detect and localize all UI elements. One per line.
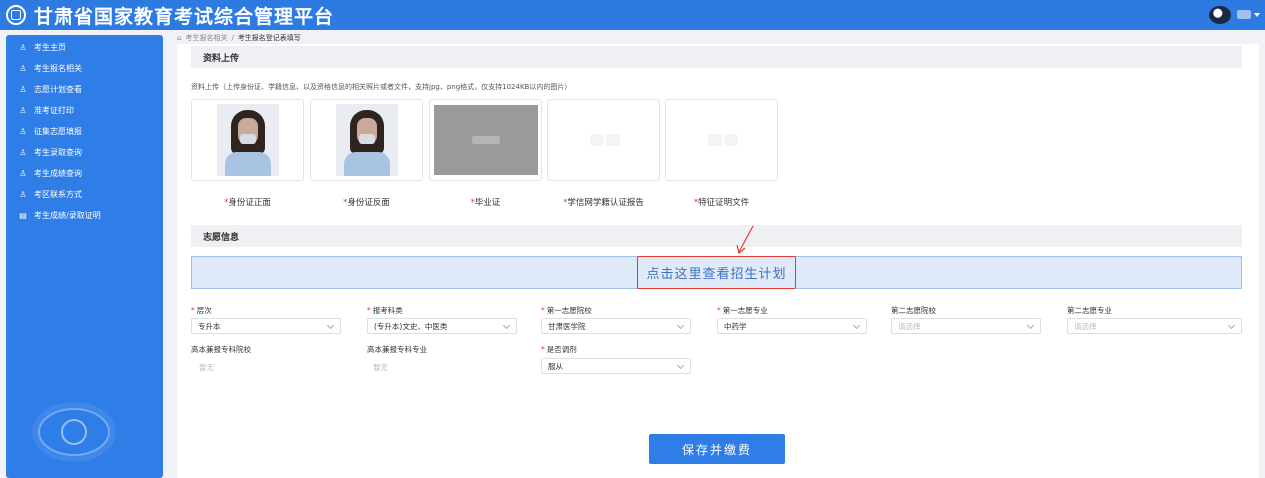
junior-college-school-label: 高本兼报专科院校 xyxy=(191,345,251,354)
chevron-down-icon xyxy=(1227,321,1236,330)
feature-proof-upload[interactable] xyxy=(665,99,778,181)
person-icon: ♙ xyxy=(19,127,27,136)
proof-thumbnail xyxy=(692,120,752,160)
breadcrumb-current: 考生报名登记表填写 xyxy=(237,34,301,42)
person-icon: ♙ xyxy=(19,64,27,73)
first-school-select[interactable]: 甘肃医学院 xyxy=(541,318,691,334)
chevron-down-icon xyxy=(676,321,685,330)
save-and-pay-button[interactable]: 保存并缴费 xyxy=(649,434,785,464)
breadcrumb-parent[interactable]: 考生报名相关 xyxy=(185,33,227,43)
chevron-down-icon xyxy=(1026,321,1035,330)
chevron-down-icon xyxy=(326,321,335,330)
sidebar-item-plan-view[interactable]: ♙ 志愿计划查看 xyxy=(6,79,163,100)
person-icon: ♙ xyxy=(19,148,27,157)
user-menu-caret-icon[interactable] xyxy=(1254,13,1260,17)
chevron-down-icon xyxy=(502,321,511,330)
adjust-label: * 是否调剂 xyxy=(541,345,577,354)
upload-caption: *身份证反面 xyxy=(343,198,390,208)
upload-section-title: 资料上传 xyxy=(191,46,1242,68)
view-plan-link[interactable]: 点击这里查看招生计划 xyxy=(637,256,796,289)
first-school-label: * 第一志愿院校 xyxy=(541,306,592,315)
second-major-label: 第二志愿专业 xyxy=(1067,306,1112,315)
id-photo-thumbnail xyxy=(335,104,398,176)
category-label: * 报考科类 xyxy=(367,306,403,315)
person-icon: ♙ xyxy=(19,169,27,178)
sidebar-item-label: 征集志愿填报 xyxy=(34,127,82,136)
chevron-down-icon xyxy=(852,321,861,330)
sidebar-item-collect-volunteer[interactable]: ♙ 征集志愿填报 xyxy=(6,121,163,142)
annotation-arrow-icon xyxy=(736,225,754,255)
second-major-select[interactable]: 请选择 xyxy=(1067,318,1242,334)
sidebar-item-label: 考生主页 xyxy=(34,43,66,52)
emblem-watermark-icon xyxy=(38,408,110,456)
first-major-select[interactable]: 中药学 xyxy=(717,318,867,334)
person-icon: ♙ xyxy=(19,106,27,115)
first-major-label: * 第一志愿专业 xyxy=(717,306,768,315)
breadcrumb: ⌂ 考生报名相关 / 考生报名登记表填写 xyxy=(177,33,301,43)
adjust-select[interactable]: 服从 xyxy=(541,358,691,374)
sidebar-item-admission-query[interactable]: ♙ 考生录取查询 xyxy=(6,142,163,163)
volunteer-section-title: 志愿信息 xyxy=(191,225,1242,247)
sidebar: ♙ 考生主页 ♙ 考生报名相关 ♙ 志愿计划查看 ♙ 准考证打印 ♙ 征集志愿填报 ♙ 考生… xyxy=(6,35,163,478)
second-school-label: 第二志愿院校 xyxy=(891,306,936,315)
sidebar-item-label: 考生报名相关 xyxy=(34,64,82,73)
sidebar-item-label: 志愿计划查看 xyxy=(34,85,82,94)
junior-college-major-label: 高本兼报专科专业 xyxy=(367,345,427,354)
second-school-select[interactable]: 请选择 xyxy=(891,318,1041,334)
sidebar-item-home[interactable]: ♙ 考生主页 xyxy=(6,37,163,58)
sidebar-item-certificate[interactable]: ▤ 考生成绩/录取证明 xyxy=(6,205,163,226)
chsi-report-upload[interactable] xyxy=(547,99,660,181)
junior-college-school-value: 暂无 xyxy=(199,363,214,372)
user-avatar[interactable] xyxy=(1209,6,1231,24)
category-select[interactable]: (专升本)文史、中医类 xyxy=(367,318,517,334)
diploma-upload[interactable] xyxy=(429,99,542,181)
plan-banner: 点击这里查看招生计划 xyxy=(191,256,1242,289)
id-photo-thumbnail xyxy=(216,104,279,176)
person-icon: ♙ xyxy=(19,190,27,199)
sidebar-item-label: 考生成绩查询 xyxy=(34,169,82,178)
chevron-down-icon xyxy=(676,361,685,370)
home-icon[interactable]: ⌂ xyxy=(177,34,181,42)
upload-hint: 资料上传（上传身份证、学籍信息、以及资格信息的相关照片或者文件，支持jpg、pn… xyxy=(191,83,572,91)
top-header: 甘肃省国家教育考试综合管理平台 xyxy=(0,0,1265,30)
sidebar-item-admit-card[interactable]: ♙ 准考证打印 xyxy=(6,100,163,121)
sidebar-item-label: 考生录取查询 xyxy=(34,148,82,157)
id-back-upload[interactable] xyxy=(310,99,423,181)
upload-caption: *身份证正面 xyxy=(224,198,271,208)
sidebar-item-label: 考生成绩/录取证明 xyxy=(34,211,101,220)
junior-college-major-value: 暂无 xyxy=(373,363,388,372)
sidebar-item-label: 考区联系方式 xyxy=(34,190,82,199)
level-label: * 层次 xyxy=(191,306,212,315)
sidebar-item-label: 准考证打印 xyxy=(34,106,74,115)
user-name[interactable] xyxy=(1237,10,1251,19)
breadcrumb-separator: / xyxy=(231,34,234,42)
upload-caption: *毕业证 xyxy=(470,198,501,208)
upload-caption: *学信网学籍认证报告 xyxy=(563,198,644,208)
sidebar-item-registration[interactable]: ♙ 考生报名相关 xyxy=(6,58,163,79)
upload-caption: *特征证明文件 xyxy=(693,198,750,208)
app-title: 甘肃省国家教育考试综合管理平台 xyxy=(34,5,335,28)
id-front-upload[interactable] xyxy=(191,99,304,181)
sidebar-item-score-query[interactable]: ♙ 考生成绩查询 xyxy=(6,163,163,184)
person-icon: ♙ xyxy=(19,85,27,94)
person-icon: ♙ xyxy=(19,43,27,52)
diploma-thumbnail xyxy=(433,105,538,175)
certificate-icon: ▤ xyxy=(19,211,27,220)
level-select[interactable]: 专升本 xyxy=(191,318,341,334)
main-panel: 资料上传 资料上传（上传身份证、学籍信息、以及资格信息的相关照片或者文件，支持j… xyxy=(177,44,1259,478)
emblem-icon xyxy=(6,5,26,25)
sidebar-item-contact[interactable]: ♙ 考区联系方式 xyxy=(6,184,163,205)
report-thumbnail xyxy=(574,120,634,160)
